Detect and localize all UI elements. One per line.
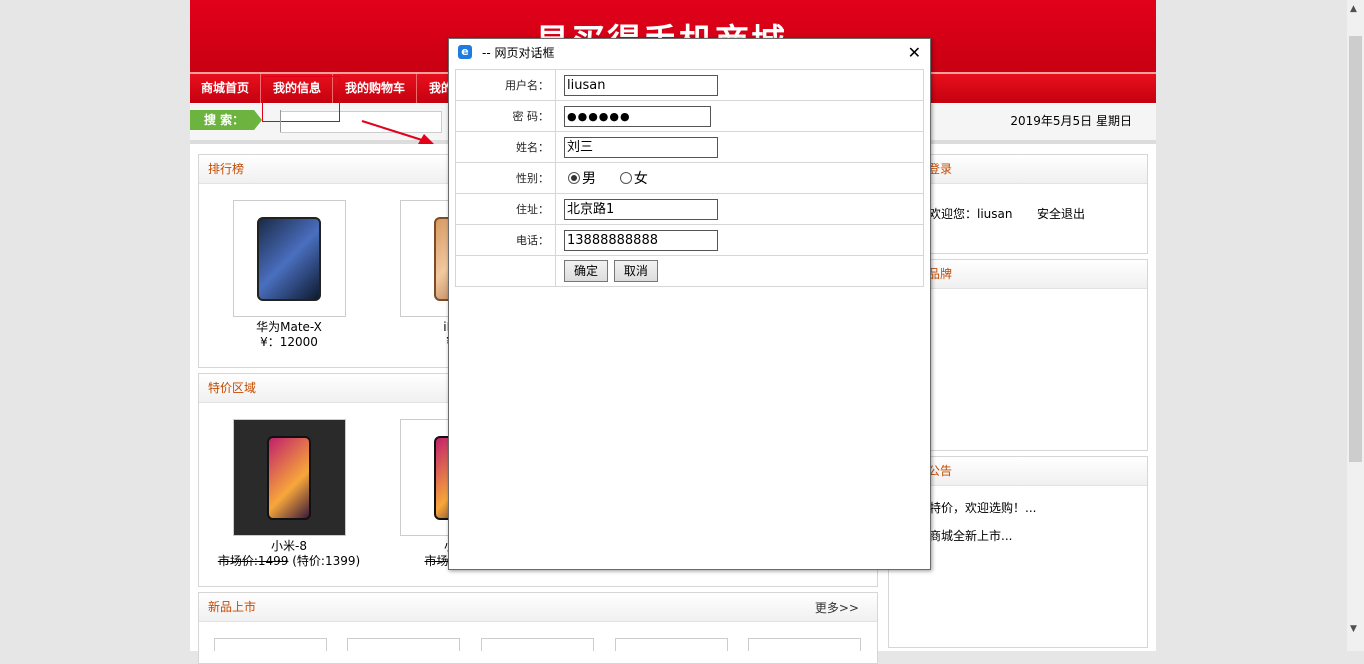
gender-female-label[interactable]: 女 [634, 171, 648, 187]
special-price: (特价:1399) [292, 554, 361, 568]
dialog-title: -- 网页对话框 [482, 46, 555, 60]
product-thumbnail[interactable] [481, 638, 594, 651]
gender-female-radio[interactable] [619, 172, 632, 184]
product-image[interactable] [232, 419, 346, 536]
password-input[interactable]: ●●●●●● [564, 105, 711, 127]
dialog-titlebar[interactable]: e -- 网页对话框 ✕ [449, 39, 930, 67]
date-display: 2019年5月5日 星期日 [1010, 114, 1132, 128]
user-info-form: 用户名： liusan 密 码： ●●●●●● 姓名： 刘三 性别： 男 女 住… [455, 69, 924, 287]
gender-male-radio[interactable] [568, 172, 580, 184]
address-label: 住址： [455, 193, 556, 225]
product-image[interactable] [232, 200, 346, 317]
phone-label: 电话： [455, 224, 556, 256]
logout-link[interactable]: 安全退出 [1037, 205, 1085, 222]
scrollbar-thumb[interactable] [1349, 36, 1362, 462]
username-input[interactable]: liusan [564, 74, 718, 96]
user-info-dialog: e -- 网页对话框 ✕ 用户名： liusan 密 码： ●●●●●● 姓名：… [448, 38, 931, 570]
product-thumbnail[interactable] [748, 638, 861, 651]
product-price: 市场价:1499 (特价:1399) [209, 554, 369, 569]
new-products-title: 新品上市 [199, 593, 877, 622]
scroll-down-icon[interactable]: ▼ [1350, 624, 1357, 634]
nav-home[interactable]: 商城首页 [190, 74, 262, 103]
product-thumbnail[interactable] [347, 638, 460, 651]
product-thumbnail[interactable] [615, 638, 728, 651]
product-thumbnail[interactable] [214, 638, 327, 651]
cancel-button[interactable]: 取消 [613, 260, 658, 282]
phone-input[interactable]: 13888888888 [564, 229, 718, 251]
product-name[interactable]: 小米-8 [209, 539, 369, 554]
notice-item[interactable]: 商城全新上市... [929, 527, 1012, 544]
highlight-box [262, 76, 340, 122]
welcome-text: 欢迎您：liusan [929, 207, 1013, 221]
username-label: 用户名： [455, 69, 556, 101]
gender-label: 性别： [455, 162, 556, 194]
new-products-panel: 新品上市 更多>> [198, 592, 878, 664]
product-price: ¥：12000 [260, 335, 318, 349]
name-label: 姓名： [455, 131, 556, 163]
confirm-button[interactable]: 确定 [564, 260, 609, 282]
annotation-arrow [361, 120, 434, 144]
highlight-connector [280, 110, 281, 132]
scroll-up-icon[interactable]: ▲ [1350, 4, 1357, 14]
product-card[interactable]: 小米-8 市场价:1499 (特价:1399) [209, 419, 369, 569]
ie-icon: e [458, 45, 472, 59]
gender-male-label[interactable]: 男 [582, 171, 596, 187]
vertical-scrollbar[interactable]: ▲ ▼ [1347, 0, 1364, 651]
market-price: 市场价:1499 [217, 554, 289, 568]
more-link[interactable]: 更多>> [815, 599, 859, 616]
search-label: 搜 索： [190, 110, 262, 130]
product-card[interactable]: 华为Mate-X ¥：12000 [209, 200, 369, 350]
nav-my-cart[interactable]: 我的购物车 [334, 74, 418, 103]
notice-item[interactable]: 特价，欢迎选购！... [929, 499, 1036, 516]
password-label: 密 码： [455, 100, 556, 132]
product-name[interactable]: 华为Mate-X [209, 320, 369, 335]
address-input[interactable]: 北京路1 [564, 198, 718, 220]
close-icon[interactable]: ✕ [908, 39, 921, 67]
name-input[interactable]: 刘三 [564, 136, 718, 158]
empty-label-cell [455, 255, 556, 287]
